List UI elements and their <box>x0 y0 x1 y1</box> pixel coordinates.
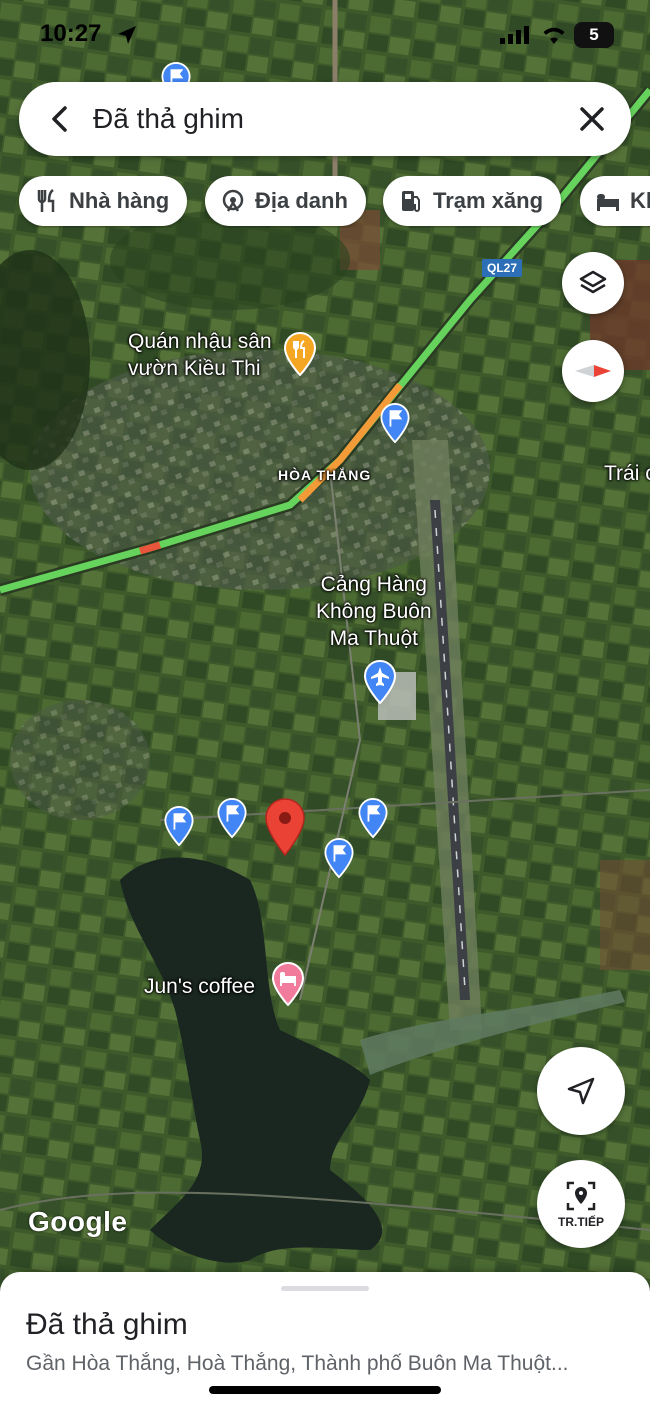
chip-label: Nhà hàng <box>69 188 170 213</box>
chip-label: Địa danh <box>255 188 348 213</box>
cafe-label[interactable]: Jun's coffee <box>144 973 255 1000</box>
flag-pin-icon[interactable] <box>380 403 410 443</box>
category-chips: Nhà hàng Địa danh Trạm xăng Kh <box>0 176 650 228</box>
flag-pin-icon[interactable] <box>217 798 247 838</box>
location-target-icon <box>566 1181 596 1211</box>
close-icon[interactable] <box>573 100 611 138</box>
next-button[interactable]: TR.TIẾP <box>537 1160 625 1248</box>
wifi-icon <box>543 27 565 44</box>
restaurant-poi-label[interactable]: Quán nhậu sân vườn Kiều Thi <box>128 328 272 382</box>
edge-label: Trái c <box>604 462 650 485</box>
sheet-drag-handle[interactable] <box>281 1286 369 1291</box>
chip-restaurants[interactable]: Nhà hàng <box>19 176 188 226</box>
chip-hotels[interactable]: Kh <box>580 176 650 226</box>
home-indicator[interactable] <box>209 1386 441 1394</box>
search-title[interactable]: Đã thả ghim <box>93 103 244 135</box>
next-button-label: TR.TIẾP <box>557 1215 604 1229</box>
status-time: 10:27 <box>40 20 102 47</box>
place-title: Đã thả ghim <box>26 1308 188 1341</box>
location-arrow-icon <box>118 26 136 44</box>
flag-pin-icon[interactable] <box>358 798 388 838</box>
search-bar[interactable]: Đã thả ghim <box>19 82 631 156</box>
gas-station-icon <box>402 191 420 212</box>
airport-pin-icon[interactable] <box>364 660 396 704</box>
hotel-icon <box>597 194 619 211</box>
compass-icon <box>575 365 611 377</box>
airport-label[interactable]: Cảng Hàng Không Buôn Ma Thuột <box>316 571 432 652</box>
layers-icon <box>579 270 607 294</box>
chip-label: Kh <box>630 188 650 213</box>
layers-button[interactable] <box>562 252 624 314</box>
dropped-pin-icon[interactable] <box>265 798 305 856</box>
chip-landmarks[interactable]: Địa danh <box>205 176 366 226</box>
cellular-signal-icon <box>500 26 529 44</box>
restaurant-icon <box>37 188 55 212</box>
status-bar: 10:27 5 <box>0 0 650 70</box>
chip-label: Trạm xăng <box>433 188 544 213</box>
highway-shield: QL27 <box>482 259 522 277</box>
battery-indicator: 5 <box>574 22 614 48</box>
flag-pin-icon[interactable] <box>164 806 194 846</box>
landmark-icon <box>222 189 244 212</box>
hotel-pin-icon[interactable] <box>272 962 304 1006</box>
back-arrow-icon[interactable] <box>41 100 79 138</box>
google-logo: Google <box>28 1206 128 1237</box>
chip-gas-stations[interactable]: Trạm xăng <box>383 176 562 226</box>
navigation-arrow-icon <box>567 1077 595 1105</box>
compass-button[interactable] <box>562 340 624 402</box>
district-label: HÒA THẮNG <box>278 467 372 483</box>
restaurant-pin-icon[interactable] <box>284 332 316 376</box>
my-location-button[interactable] <box>537 1047 625 1135</box>
flag-pin-icon[interactable] <box>324 838 354 878</box>
place-address: Gần Hòa Thắng, Hoà Thắng, Thành phố Buôn… <box>26 1352 569 1375</box>
